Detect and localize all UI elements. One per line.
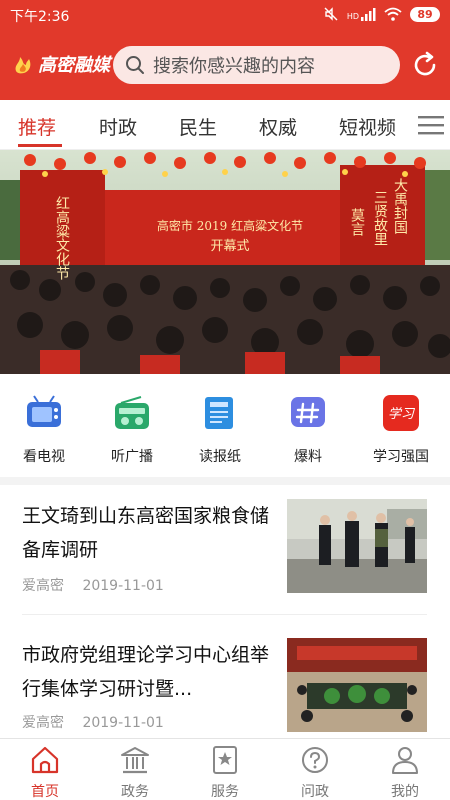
news-meta: 爱高密 2019-11-01	[22, 712, 164, 732]
status-time: 下午2:36	[10, 9, 70, 25]
nav-inquiry[interactable]: 问政	[285, 745, 345, 800]
quick-link-tv-label: 看电视	[23, 449, 65, 465]
tab-short-video[interactable]: 短视频	[339, 113, 396, 140]
banner-left-text: 红高粱文化节	[54, 196, 70, 280]
news-title: 王文琦到山东高密国家粮食储备库调研	[22, 505, 270, 561]
nav-services[interactable]: 服务	[195, 745, 255, 800]
status-icons: HD 89	[323, 6, 440, 22]
news-thumbnail	[287, 638, 427, 732]
tab-politics[interactable]: 时政	[99, 113, 137, 140]
nav-mine-label: 我的	[391, 784, 419, 800]
top-header: 下午2:36 HD 89 高密融媒 搜索你感兴趣的内容	[0, 0, 450, 100]
ceremony-banner-image: 高密市 2019 红高粱文化节 开幕式 红高粱文化节 大禹封国 三贤故里 莫言	[0, 150, 450, 374]
nav-government-label: 政务	[121, 784, 149, 800]
xuexi-logo-text: 学习	[388, 406, 416, 422]
tab-authority[interactable]: 权威	[259, 113, 297, 140]
news-source: 爱高密	[22, 578, 64, 594]
quick-link-tv[interactable]: 看电视	[4, 394, 84, 466]
logo-text: 高密融媒	[38, 55, 110, 76]
tab-livelihood[interactable]: 民生	[179, 113, 217, 140]
tab-recommend[interactable]: 推荐	[18, 113, 56, 140]
quick-link-radio[interactable]: 听广播	[92, 394, 172, 466]
news-meta: 爱高密 2019-11-01	[22, 575, 164, 595]
home-icon	[31, 746, 59, 774]
quick-link-tips[interactable]: 爆料	[268, 394, 348, 466]
banner-stage-sub: 开幕式	[210, 239, 249, 254]
quick-link-xuexi[interactable]: 学习 学习强国	[361, 394, 441, 466]
signal-hd-label: HD	[346, 12, 359, 21]
banner-right-text-2: 三贤故里	[372, 190, 388, 246]
tv-icon	[27, 395, 61, 427]
active-tab-indicator	[18, 144, 62, 147]
search-icon	[126, 56, 144, 74]
flame-logo-icon	[15, 57, 31, 74]
battery-indicator: 89	[410, 6, 440, 22]
question-icon	[302, 747, 328, 773]
xuexi-logo-icon: 学习	[383, 395, 419, 431]
wifi-icon	[384, 7, 402, 21]
user-icon	[392, 747, 418, 774]
news-date: 2019-11-01	[82, 578, 164, 594]
hashtag-icon	[291, 397, 325, 427]
banner-stage-title: 高密市 2019 红高粱文化节	[157, 218, 303, 233]
menu-icon[interactable]	[418, 114, 444, 136]
news-source: 爱高密	[22, 715, 64, 731]
refresh-icon[interactable]	[410, 50, 440, 80]
nav-home-label: 首页	[31, 784, 59, 800]
signal-icon: HD	[347, 7, 376, 21]
banner-right-text-1: 大禹封国	[392, 178, 408, 234]
nav-government[interactable]: 政务	[105, 745, 165, 800]
quick-link-newspaper[interactable]: 读报纸	[180, 394, 260, 466]
news-date: 2019-11-01	[82, 715, 164, 731]
featured-banner[interactable]: 高密市 2019 红高粱文化节 开幕式 红高粱文化节 大禹封国 三贤故里 莫言	[0, 150, 450, 374]
news-item[interactable]: 王文琦到山东高密国家粮食储备库调研 爱高密 2019-11-01	[0, 485, 450, 615]
radio-icon	[115, 396, 149, 429]
app-logo: 高密融媒	[12, 51, 110, 77]
nav-inquiry-label: 问政	[301, 784, 329, 800]
search-placeholder: 搜索你感兴趣的内容	[153, 56, 315, 77]
quick-link-tips-label: 爆料	[294, 449, 322, 465]
government-building-icon	[121, 747, 149, 774]
news-item[interactable]: 市政府党组理论学习中心组举行集体学习研讨暨... 爱高密 2019-11-01	[0, 624, 450, 754]
bookmark-star-icon	[213, 746, 237, 774]
quick-link-xuexi-label: 学习强国	[373, 449, 429, 465]
quick-link-radio-label: 听广播	[111, 449, 153, 465]
category-tabs: 推荐 时政 民生 权威 短视频	[0, 100, 450, 150]
newspaper-icon	[205, 397, 233, 429]
quick-link-newspaper-label: 读报纸	[199, 449, 241, 465]
banner-right-text-3: 莫言	[349, 208, 365, 236]
app-screen: 下午2:36 HD 89 高密融媒 搜索你感兴趣的内容 推荐 时政 民生 权威 …	[0, 0, 450, 800]
nav-home[interactable]: 首页	[15, 745, 75, 800]
quick-links: 看电视 听广播 读报纸 爆料 学习 学习强国	[0, 374, 450, 477]
bottom-navigation: 首页 政务 服务 问政 我的	[0, 738, 450, 800]
news-thumbnail	[287, 499, 427, 593]
news-title: 市政府党组理论学习中心组举行集体学习研讨暨...	[22, 644, 270, 700]
status-bar: 下午2:36 HD 89	[0, 0, 450, 30]
nav-mine[interactable]: 我的	[375, 745, 435, 800]
nav-services-label: 服务	[211, 784, 239, 800]
news-divider	[22, 614, 427, 615]
section-separator	[0, 477, 450, 485]
search-bar[interactable]: 搜索你感兴趣的内容	[113, 46, 400, 84]
mute-icon	[323, 6, 339, 22]
